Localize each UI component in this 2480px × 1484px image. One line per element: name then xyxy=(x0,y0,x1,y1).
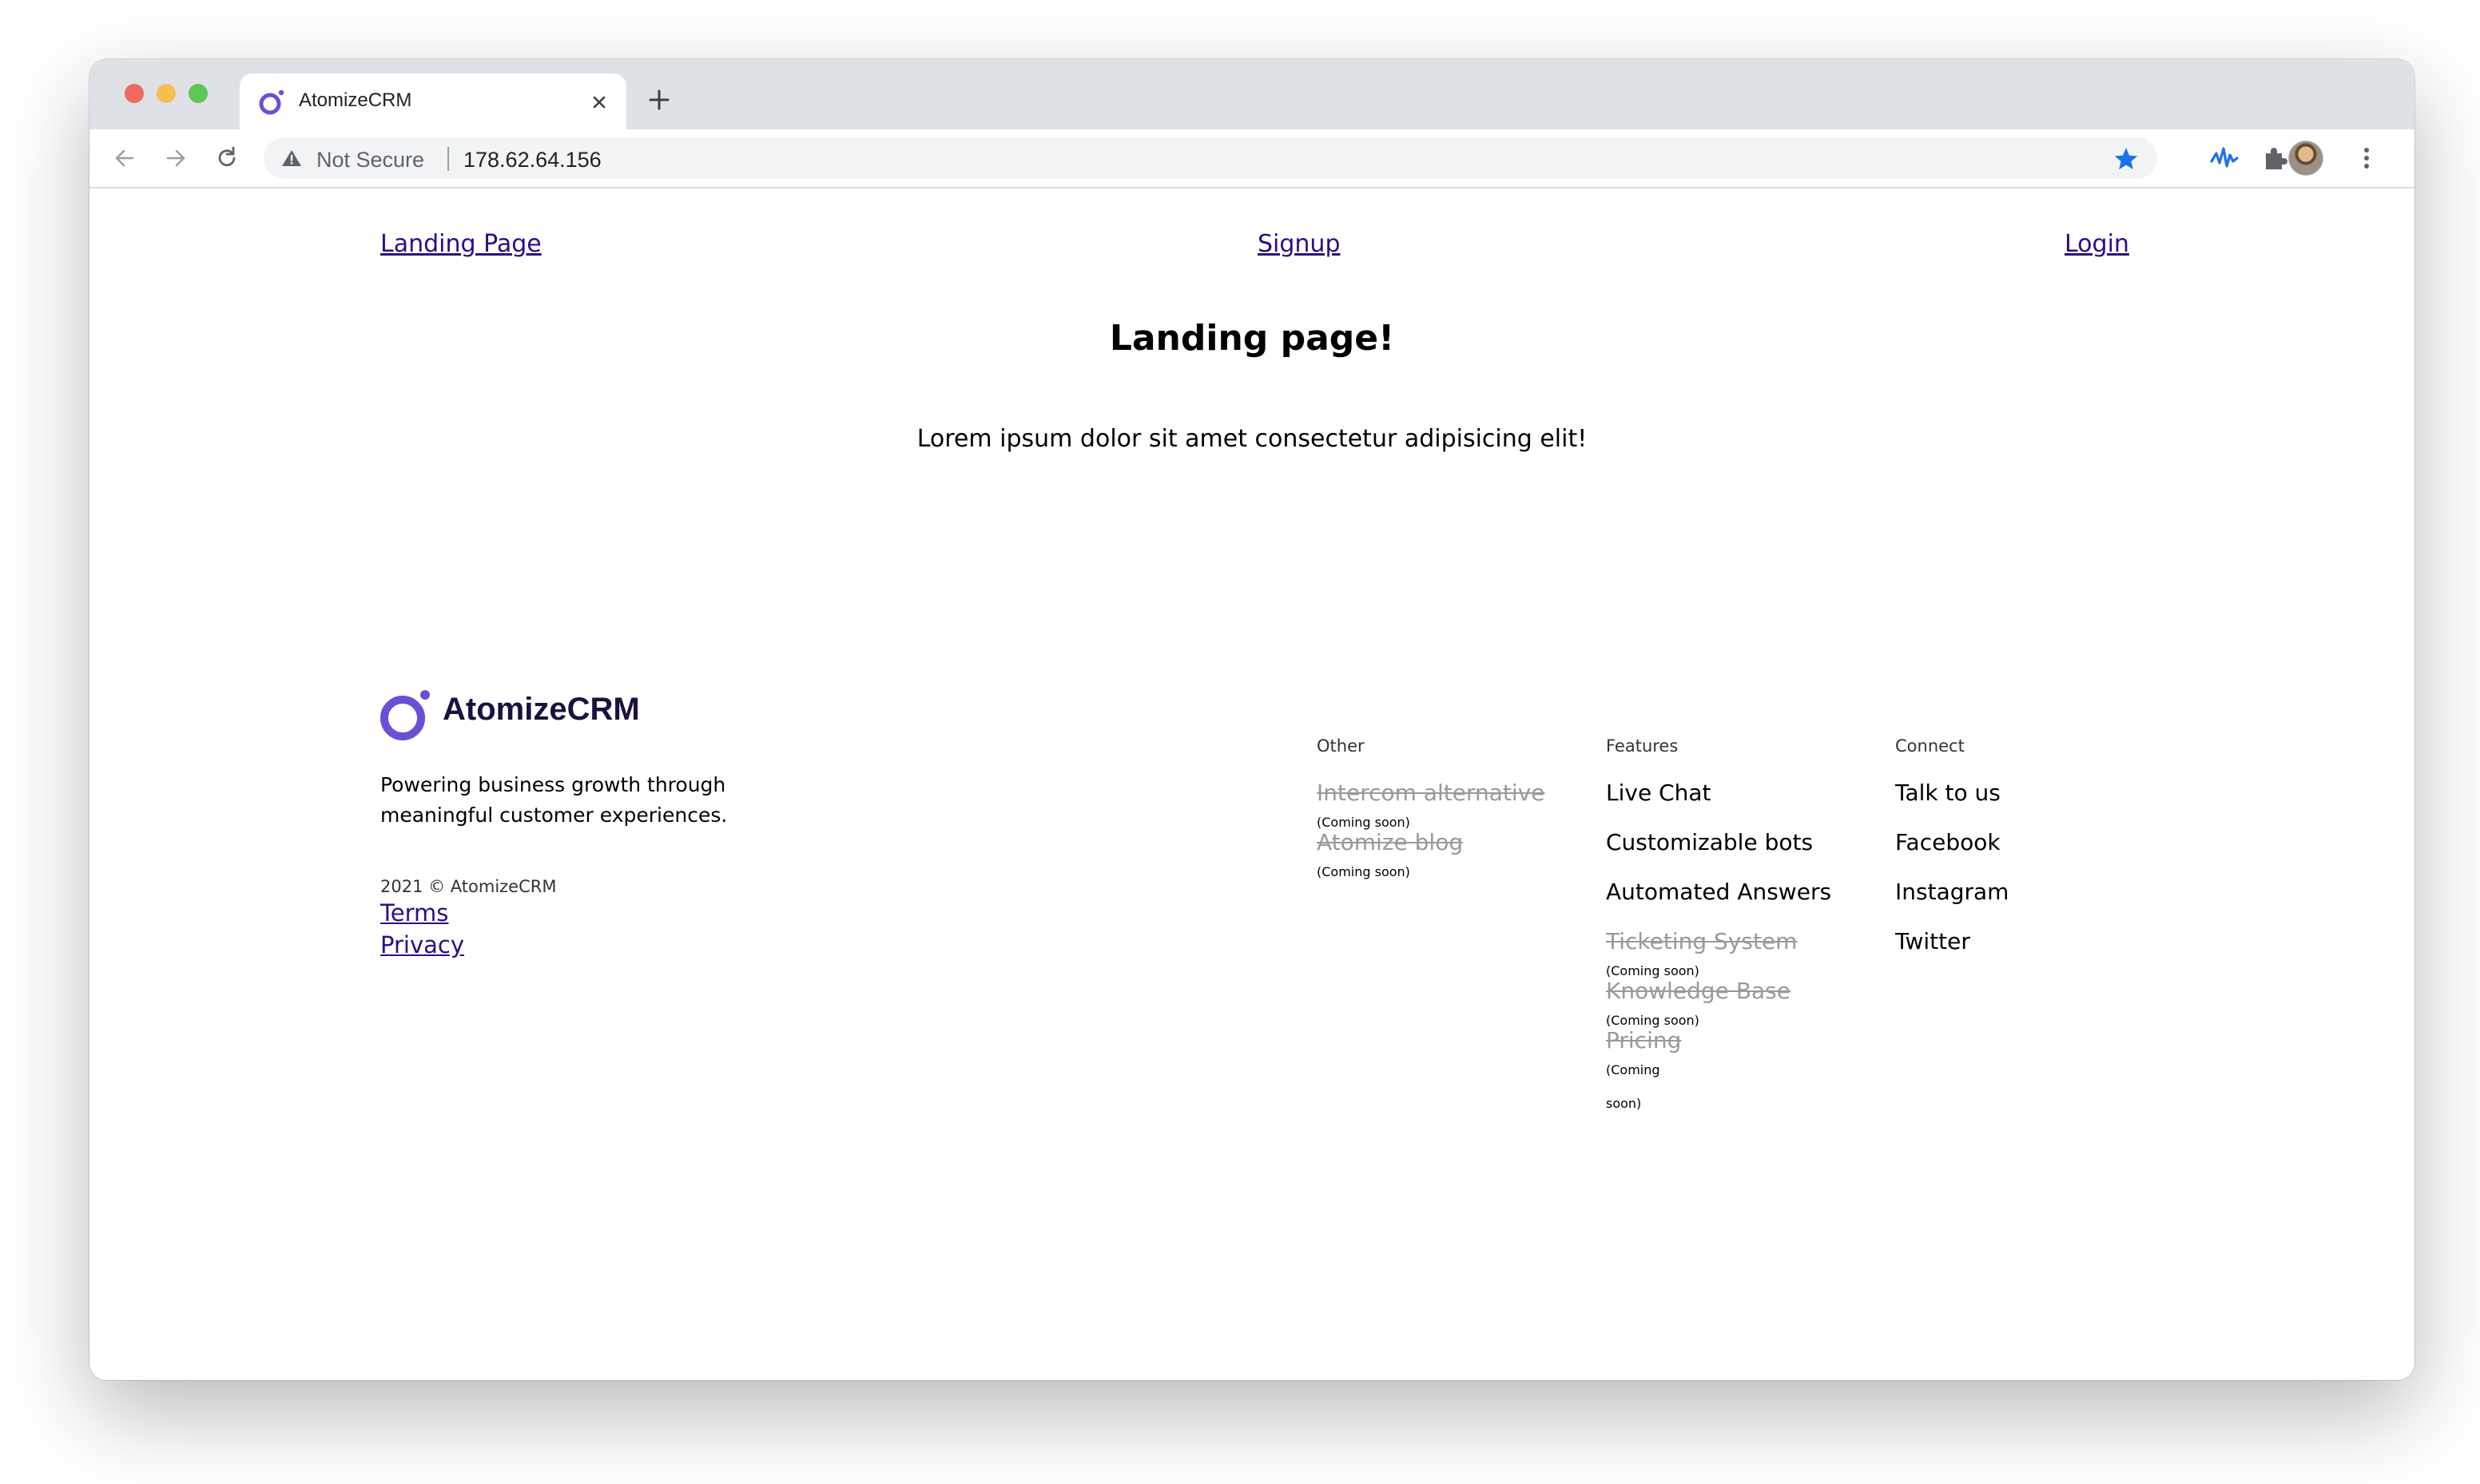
footer-item-talk-to-us[interactable]: Talk to us xyxy=(1895,780,2001,806)
waveform-extension-icon[interactable] xyxy=(2208,142,2240,174)
bookmark-star-icon[interactable] xyxy=(2112,145,2140,173)
footer-features-title: Features xyxy=(1606,736,1679,756)
tab-close-icon[interactable] xyxy=(588,91,610,113)
page-content: Landing Page Signup Login Landing page! … xyxy=(89,188,2414,1380)
footer-item-ticketing-system: Ticketing System xyxy=(1606,928,1798,954)
nav-link-signup[interactable]: Signup xyxy=(1258,230,1341,258)
coming-soon-note: (Coming soon) xyxy=(1606,1013,1699,1028)
coming-soon-note: (Coming soon) xyxy=(1317,864,1410,879)
profile-avatar[interactable] xyxy=(2288,141,2323,176)
warning-triangle-icon[interactable] xyxy=(281,149,302,168)
nav-link-landing-page[interactable]: Landing Page xyxy=(380,230,542,258)
reload-icon[interactable] xyxy=(213,144,241,173)
address-bar[interactable]: Not Secure 178.62.64.156 xyxy=(264,137,2157,179)
footer-terms-link[interactable]: Terms xyxy=(380,899,448,927)
footer-item-facebook[interactable]: Facebook xyxy=(1895,829,2001,855)
forward-arrow-icon[interactable] xyxy=(161,144,190,173)
back-arrow-icon[interactable] xyxy=(110,144,139,173)
footer-item-automated-answers[interactable]: Automated Answers xyxy=(1606,879,1831,905)
new-tab-plus-icon[interactable] xyxy=(646,86,673,113)
coming-soon-note: (Coming soon) xyxy=(1606,963,1699,978)
footer-other-title: Other xyxy=(1317,736,1365,756)
footer-item-intercom-alternative: Intercom alternative xyxy=(1317,780,1545,806)
tab-title: AtomizeCRM xyxy=(299,89,412,111)
window-maximize-button[interactable] xyxy=(189,84,208,103)
window-close-button[interactable] xyxy=(125,84,144,103)
window-minimize-button[interactable] xyxy=(157,84,176,103)
browser-toolbar: Not Secure 178.62.64.156 xyxy=(89,129,2414,188)
footer-item-atomize-blog: Atomize blog xyxy=(1317,829,1464,855)
page-lead-text: Lorem ipsum dolor sit amet consectetur a… xyxy=(916,425,1588,453)
url-text[interactable]: 178.62.64.156 xyxy=(463,148,602,173)
footer-brand-name: AtomizeCRM xyxy=(443,692,640,727)
footer-privacy-link[interactable]: Privacy xyxy=(380,931,464,958)
more-menu-icon[interactable] xyxy=(2351,142,2383,174)
security-status[interactable]: Not Secure xyxy=(316,148,424,173)
footer-item-instagram[interactable]: Instagram xyxy=(1895,879,2009,905)
tab-atomizecrm[interactable]: AtomizeCRM xyxy=(240,73,626,129)
address-divider xyxy=(447,147,449,171)
coming-soon-note: (Coming soon) xyxy=(1317,815,1410,830)
footer-copyright: 2021 © AtomizeCRM xyxy=(380,877,557,896)
title-bar: AtomizeCRM xyxy=(89,59,2414,129)
footer-item-pricing: Pricing xyxy=(1606,1027,1682,1053)
footer-item-live-chat[interactable]: Live Chat xyxy=(1606,780,1711,806)
footer-item-twitter[interactable]: Twitter xyxy=(1895,928,1970,954)
browser-window: AtomizeCRM Not Secure 178.62.64.156 Land… xyxy=(89,59,2414,1380)
footer-tagline: Powering business growth through meaning… xyxy=(380,773,728,827)
footer-item-customizable-bots[interactable]: Customizable bots xyxy=(1606,829,1813,855)
coming-soon-note: (Coming xyxy=(1606,1062,1660,1077)
atomize-logo-icon xyxy=(380,690,430,740)
page-title: Landing page! xyxy=(1109,318,1395,359)
nav-link-login[interactable]: Login xyxy=(2065,230,2129,258)
footer-connect-title: Connect xyxy=(1895,736,1965,756)
extensions-puzzle-icon[interactable] xyxy=(2259,142,2291,174)
atomize-favicon-icon xyxy=(259,89,284,115)
coming-soon-note: soon) xyxy=(1606,1096,1642,1111)
footer-item-knowledge-base: Knowledge Base xyxy=(1606,978,1790,1004)
